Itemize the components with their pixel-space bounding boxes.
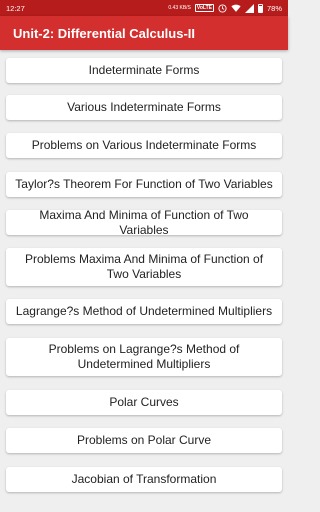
list-item[interactable]: Lagrange?s Method of Undetermined Multip…: [6, 299, 282, 324]
list-item[interactable]: Maxima And Minima of Function of Two Var…: [6, 208, 282, 237]
status-bar: 12:27 0.43 KB/S VoLTE 78%: [0, 0, 288, 16]
status-icons: 0.43 KB/S VoLTE 78%: [168, 3, 282, 13]
list-item[interactable]: Problems on Various Indeterminate Forms: [6, 133, 282, 158]
signal-icon: [244, 3, 254, 13]
volte-badge: VoLTE: [194, 4, 214, 12]
battery-icon: [257, 3, 263, 13]
list-item[interactable]: Problems Maxima And Minima of Function o…: [6, 248, 282, 286]
list-item[interactable]: Jacobian of Transformation: [6, 467, 282, 492]
clock-icon: [218, 3, 227, 13]
list-item[interactable]: Taylor?s Theorem For Function of Two Var…: [6, 172, 282, 197]
list-item[interactable]: Problems on Polar Curve: [6, 428, 282, 453]
list-item[interactable]: Indeterminate Forms: [6, 58, 282, 83]
battery-percent: 78%: [266, 3, 282, 13]
page-title: Unit-2: Differential Calculus-II: [13, 25, 196, 41]
status-time: 12:27: [6, 3, 25, 13]
list-item[interactable]: Various Indeterminate Forms: [6, 95, 282, 120]
wifi-icon: [231, 4, 241, 13]
list-item[interactable]: Problems on Lagrange?s Method of Undeter…: [6, 338, 282, 376]
app-bar: Unit-2: Differential Calculus-II: [0, 16, 288, 50]
list-item[interactable]: Polar Curves: [6, 390, 282, 415]
net-speed: 0.43 KB/S: [168, 4, 191, 11]
